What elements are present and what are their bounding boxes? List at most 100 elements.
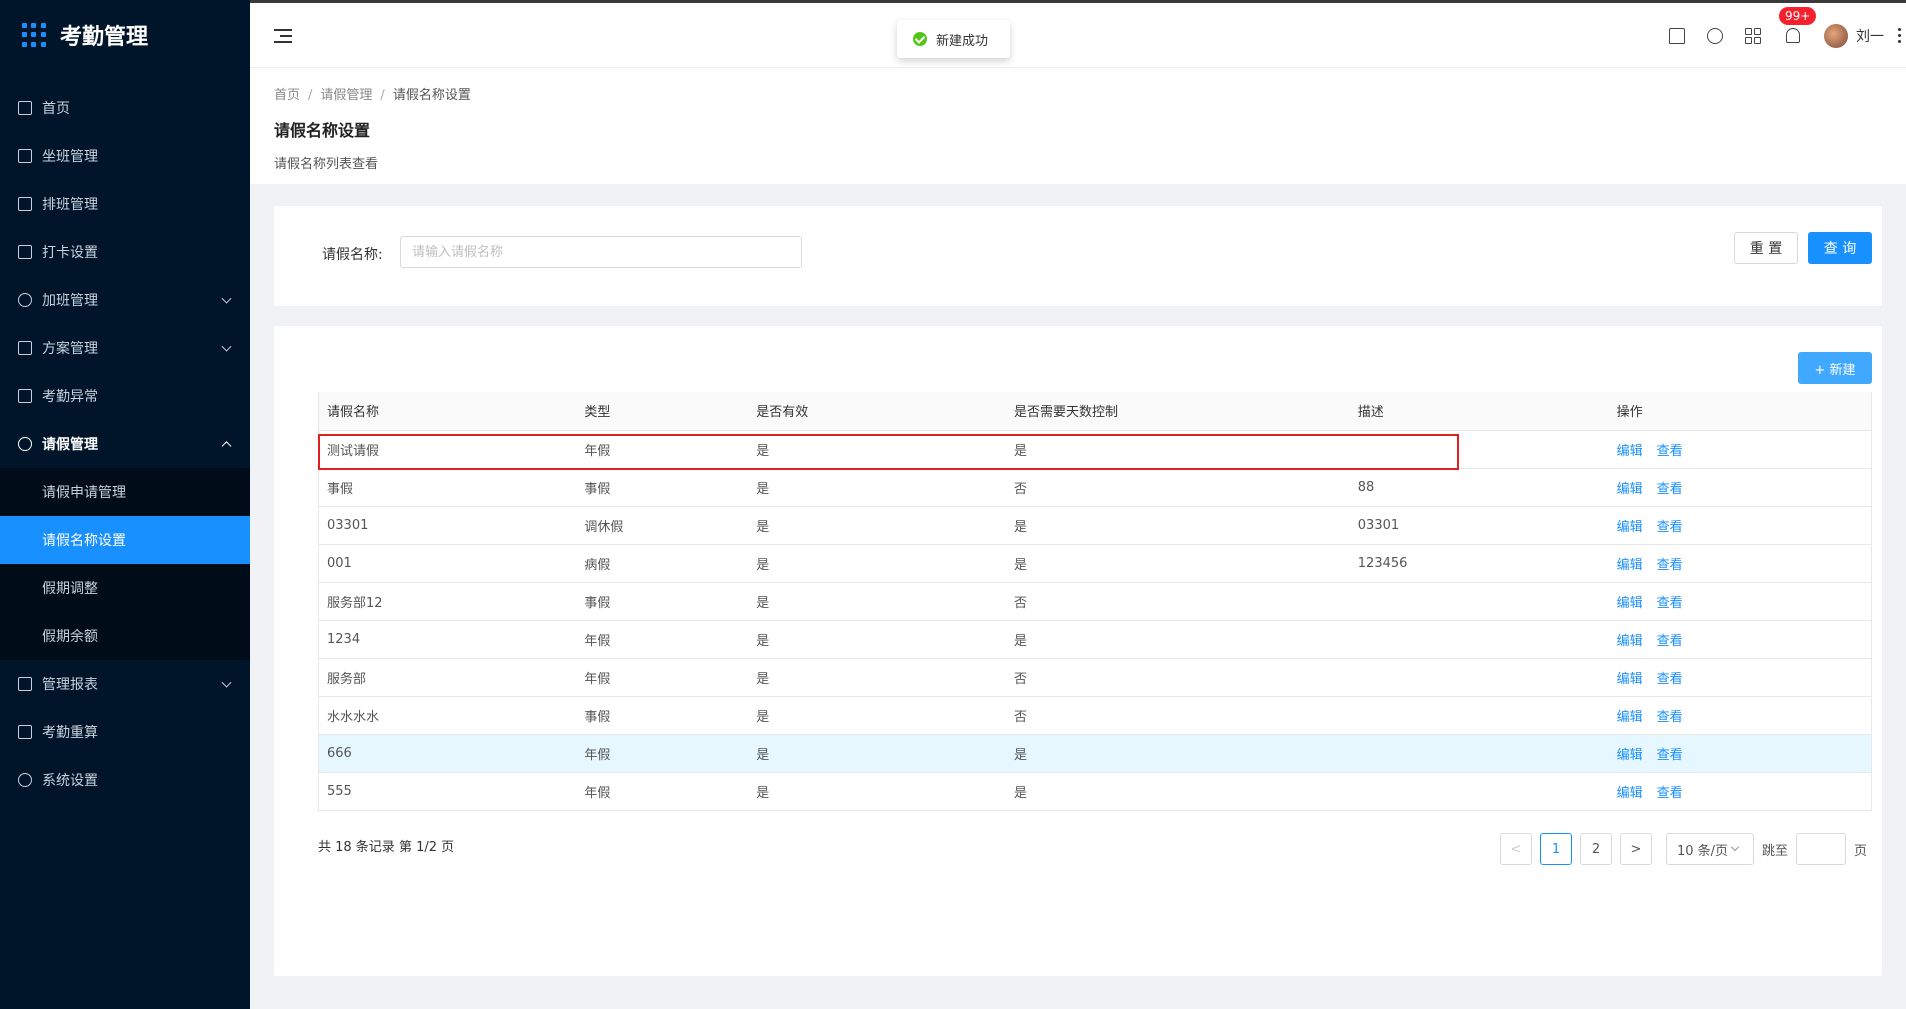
cell-actions: 编辑 查看 — [1608, 582, 1872, 621]
new-button[interactable]: + 新建 — [1798, 352, 1872, 384]
column-header-valid: 是否有效 — [748, 392, 1007, 431]
cell-type: 年假 — [576, 772, 749, 811]
view-link[interactable]: 查看 — [1657, 558, 1683, 573]
sidebar-item-label: 请假申请管理 — [42, 485, 126, 501]
cell-name: 测试请假 — [318, 430, 577, 469]
sidebar-item-label: 考勤异常 — [42, 389, 98, 405]
avatar[interactable] — [1824, 23, 1848, 48]
sidebar: 考勤管理 首页 坐班管理 排班管理 打卡设置 加班管理 方案管理 考勤异常 请假… — [0, 0, 250, 1009]
edit-link[interactable]: 编辑 — [1617, 558, 1643, 573]
sidebar-item-scheduling[interactable]: 排班管理 — [0, 180, 250, 228]
sidebar-item-label: 打卡设置 — [42, 245, 98, 261]
table-row: 03301 调休假 是 是 03301 编辑 查看 — [318, 506, 1872, 545]
cell-name: 555 — [318, 772, 577, 811]
edit-link[interactable]: 编辑 — [1617, 520, 1643, 535]
edit-link[interactable]: 编辑 — [1617, 444, 1643, 459]
cell-description: 123456 — [1349, 544, 1609, 583]
table-header-row: 请假名称 类型 是否有效 是否需要天数控制 描述 操作 — [318, 392, 1872, 431]
breadcrumb: 首页 / 请假管理 / 请假名称设置 — [274, 88, 471, 103]
chevron-down-icon — [221, 677, 232, 688]
view-link[interactable]: 查看 — [1657, 520, 1683, 535]
sidebar-item-leave-balance[interactable]: 假期余额 — [0, 612, 250, 660]
jump-page-input[interactable] — [1796, 833, 1847, 865]
cell-days-control: 是 — [1006, 734, 1350, 773]
next-page-button[interactable]: > — [1620, 833, 1652, 865]
edit-link[interactable]: 编辑 — [1617, 748, 1643, 763]
smile-icon — [18, 293, 32, 307]
cell-valid: 是 — [748, 696, 1007, 735]
view-link[interactable]: 查看 — [1657, 710, 1683, 725]
home-icon[interactable] — [1669, 27, 1685, 44]
sidebar-item-label: 请假名称设置 — [42, 533, 126, 549]
apps-icon[interactable] — [1745, 27, 1761, 44]
view-link[interactable]: 查看 — [1657, 672, 1683, 687]
page-size-select[interactable]: 10 条/页 — [1666, 833, 1754, 865]
sidebar-item-label: 管理报表 — [42, 677, 98, 693]
sidebar-item-label: 假期余额 — [42, 629, 98, 645]
edit-link[interactable]: 编辑 — [1617, 786, 1643, 801]
table-row: 1234 年假 是 是 编辑 查看 — [318, 620, 1872, 659]
column-header-description: 描述 — [1349, 392, 1609, 431]
sidebar-item-recalculate[interactable]: 考勤重算 — [0, 708, 250, 756]
smile-icon — [18, 437, 32, 451]
sidebar-item-label: 排班管理 — [42, 197, 98, 213]
sidebar-item-overtime[interactable]: 加班管理 — [0, 276, 250, 324]
reset-button[interactable]: 重 置 — [1734, 232, 1798, 264]
cell-days-control: 是 — [1006, 772, 1350, 811]
page-unit-label: 页 — [1854, 843, 1868, 859]
page-button-1[interactable]: 1 — [1540, 833, 1572, 865]
user-name[interactable]: 刘一 — [1856, 26, 1884, 46]
cell-type: 病假 — [576, 544, 749, 583]
breadcrumb-current: 请假名称设置 — [392, 88, 471, 103]
sidebar-item-plans[interactable]: 方案管理 — [0, 324, 250, 372]
sidebar-item-leave-requests[interactable]: 请假申请管理 — [0, 468, 250, 516]
sidebar-item-leave-names[interactable]: 请假名称设置 — [0, 516, 250, 564]
search-label: 请假名称: — [322, 247, 383, 263]
sidebar-item-home[interactable]: 首页 — [0, 84, 250, 132]
leave-name-search-input[interactable] — [400, 236, 802, 268]
view-link[interactable]: 查看 — [1657, 786, 1683, 801]
cell-valid: 是 — [748, 582, 1007, 621]
view-link[interactable]: 查看 — [1657, 482, 1683, 497]
sidebar-item-leave-adjust[interactable]: 假期调整 — [0, 564, 250, 612]
column-header-name: 请假名称 — [318, 392, 577, 431]
query-button[interactable]: 查 询 — [1808, 232, 1872, 264]
cell-type: 年假 — [576, 620, 749, 659]
sidebar-item-label: 假期调整 — [42, 581, 98, 597]
sidebar-item-clock-in-settings[interactable]: 打卡设置 — [0, 228, 250, 276]
cell-actions: 编辑 查看 — [1608, 658, 1872, 697]
view-link[interactable]: 查看 — [1657, 748, 1683, 763]
prev-page-button[interactable]: < — [1500, 833, 1532, 865]
view-link[interactable]: 查看 — [1657, 444, 1683, 459]
sidebar-item-leave-management[interactable]: 请假管理 — [0, 420, 250, 468]
breadcrumb-home[interactable]: 首页 — [274, 88, 300, 103]
sidebar-item-system-settings[interactable]: 系统设置 — [0, 756, 250, 804]
edit-link[interactable]: 编辑 — [1617, 710, 1643, 725]
cell-name: 事假 — [318, 468, 577, 507]
edit-link[interactable]: 编辑 — [1617, 634, 1643, 649]
view-link[interactable]: 查看 — [1657, 634, 1683, 649]
alarm-icon — [18, 389, 32, 403]
table-row: 服务部12 事假 是 否 编辑 查看 — [318, 582, 1872, 621]
breadcrumb-parent[interactable]: 请假管理 — [320, 88, 372, 103]
help-icon[interactable] — [1707, 27, 1723, 44]
more-vertical-icon[interactable] — [1898, 28, 1902, 43]
cell-name: 服务部 — [318, 658, 577, 697]
view-link[interactable]: 查看 — [1657, 596, 1683, 611]
bell-icon[interactable]: 99+ — [1779, 7, 1817, 43]
table-row: 事假 事假 是 否 88 编辑 查看 — [318, 468, 1872, 507]
table-row: 服务部 年假 是 否 编辑 查看 — [318, 658, 1872, 697]
sidebar-item-reports[interactable]: 管理报表 — [0, 660, 250, 708]
gear-icon — [18, 773, 32, 787]
cell-days-control: 是 — [1006, 544, 1350, 583]
edit-link[interactable]: 编辑 — [1617, 672, 1643, 687]
cell-days-control: 否 — [1006, 582, 1350, 621]
sidebar-item-office-attendance[interactable]: 坐班管理 — [0, 132, 250, 180]
page-header: 首页 / 请假管理 / 请假名称设置 请假名称设置 请假名称列表查看 — [250, 68, 1906, 184]
page-button-2[interactable]: 2 — [1580, 833, 1612, 865]
menu-fold-icon[interactable] — [274, 29, 292, 43]
edit-link[interactable]: 编辑 — [1617, 596, 1643, 611]
edit-link[interactable]: 编辑 — [1617, 482, 1643, 497]
sidebar-item-attendance-exceptions[interactable]: 考勤异常 — [0, 372, 250, 420]
cell-valid: 是 — [748, 620, 1007, 659]
